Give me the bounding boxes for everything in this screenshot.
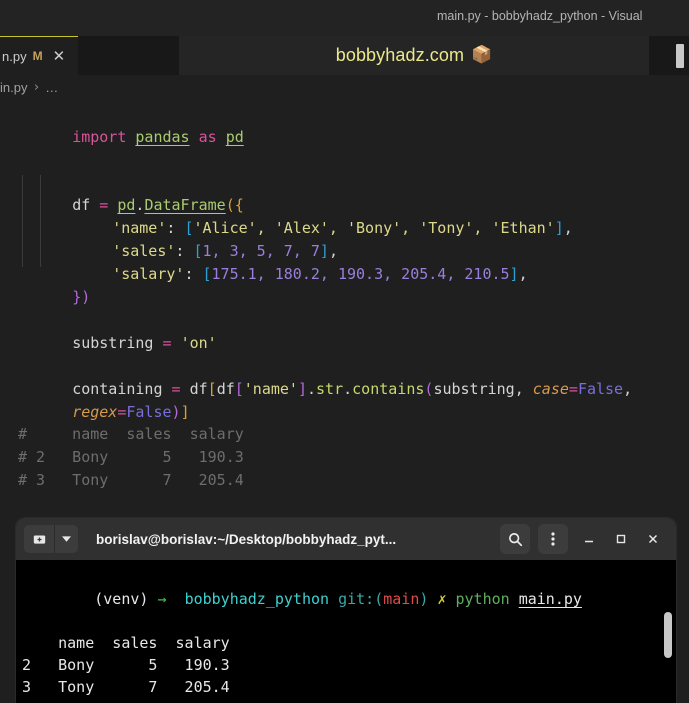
key-name: 'name' — [243, 380, 298, 398]
comma: , — [518, 265, 528, 283]
bracket-close: ] — [180, 403, 190, 421]
search-glyph — [508, 532, 522, 546]
new-tab-icon[interactable] — [24, 525, 54, 553]
maximize-icon — [616, 534, 626, 544]
bracket-open: [ — [207, 380, 217, 398]
param-regex: regex — [72, 403, 118, 421]
code-line-salary-key: 'salary': [175.1, 180.2, 190.3, 205.4, 2… — [58, 240, 528, 309]
dot: . — [307, 380, 317, 398]
kebab-menu-glyph — [551, 532, 555, 546]
venv-label: (venv) — [94, 590, 149, 608]
terminal-title: borislav@borislav:~/Desktop/bobbyhadz_py… — [96, 531, 397, 547]
expr-df-outer: df — [189, 380, 208, 398]
terminal-cwd: bobbyhadz_python — [184, 590, 330, 608]
breadcrumb: in.py › … — [0, 75, 689, 99]
package-box-icon: 📦 — [471, 45, 493, 65]
new-tab-glyph — [33, 534, 45, 544]
operator-equals: = — [568, 380, 578, 398]
close-icon — [648, 534, 658, 544]
search-icon[interactable] — [500, 524, 530, 554]
comma: , — [623, 380, 633, 398]
close-button[interactable] — [640, 526, 666, 552]
method-contains: contains — [352, 380, 425, 398]
breadcrumb-separator-icon: › — [32, 79, 41, 95]
arrow-icon: → — [157, 590, 167, 608]
breadcrumb-tail[interactable]: … — [45, 80, 58, 95]
terminal-output-row-1: 2 Bony 5 190.3 — [22, 656, 230, 674]
bracket-close: ] — [554, 219, 564, 237]
key-salary: 'salary' — [112, 265, 185, 283]
terminal-output-header: name sales salary — [22, 634, 230, 652]
tab-label: n.py — [2, 48, 27, 64]
terminal-window[interactable]: borislav@borislav:~/Desktop/bobbyhadz_py… — [16, 518, 676, 703]
code-editor[interactable]: import pandas as pd df = pd.DataFrame({ … — [0, 99, 689, 535]
close-icon[interactable]: ✕ — [53, 49, 66, 64]
comma: , — [563, 219, 573, 237]
bracket-close: ] — [509, 265, 519, 283]
dot: . — [343, 380, 353, 398]
tab-modified-badge: M — [32, 49, 43, 63]
terminal-scrollbar[interactable] — [664, 612, 672, 658]
git-branch: main — [383, 590, 420, 608]
const-false: False — [126, 403, 172, 421]
var-substring: substring — [72, 334, 154, 352]
menu-icon[interactable] — [538, 524, 568, 554]
paren-close: ) — [171, 403, 181, 421]
comma: , — [514, 380, 524, 398]
vscode-window: main.py - bobbyhadz_python - Visual n.py… — [0, 0, 689, 703]
minimize-icon — [585, 540, 593, 543]
bracket-open: [ — [202, 265, 212, 283]
param-case: case — [532, 380, 569, 398]
command-python: python — [455, 590, 510, 608]
code-comment-header: # name sales salary — [18, 425, 244, 443]
bobbyhadz-banner: bobbyhadz.com 📦 — [179, 36, 649, 75]
window-titlebar: main.py - bobbyhadz_python - Visual — [0, 0, 689, 36]
minimize-button[interactable] — [576, 526, 602, 552]
code-line-import: import pandas as pd — [18, 103, 244, 172]
tab-main-py[interactable]: n.py M ✕ — [0, 36, 78, 75]
git-prefix: git:( — [338, 590, 384, 608]
bracket-close: ] — [297, 380, 307, 398]
terminal-output-area[interactable]: (venv) → bobbyhadz_python git:(main) ✗ p… — [16, 560, 676, 703]
banner-text: bobbyhadz.com — [335, 45, 465, 65]
value-on: 'on' — [180, 334, 217, 352]
window-title: main.py - bobbyhadz_python - Visual — [437, 9, 643, 23]
terminal-header: borislav@borislav:~/Desktop/bobbyhadz_py… — [16, 518, 676, 560]
code-comment-row2: # 3 Tony 7 205.4 — [18, 471, 244, 489]
editor-scrollbar-sliver[interactable] — [676, 44, 684, 68]
terminal-prompt-line-2: (venv) → bobbyhadz_python git:(main) ✗ — [18, 698, 676, 703]
attr-str: str — [316, 380, 344, 398]
chevron-down-icon[interactable] — [54, 525, 78, 553]
chevron-glyph — [62, 535, 71, 542]
terminal-output-row-2: 3 Tony 7 205.4 — [22, 678, 230, 696]
breadcrumb-file[interactable]: in.py — [0, 80, 27, 95]
keyword-as: as — [198, 128, 217, 146]
keyword-import: import — [72, 128, 127, 146]
code-comment-row1: # 2 Bony 5 190.3 — [18, 448, 244, 466]
operator-assign: = — [162, 334, 172, 352]
const-false: False — [577, 380, 624, 398]
arg-substring: substring — [433, 380, 515, 398]
module-pandas: pandas — [135, 128, 190, 146]
bracket-close-group: }) — [72, 288, 91, 306]
maximize-button[interactable] — [608, 526, 634, 552]
terminal-prompt-line-1: (venv) → bobbyhadz_python git:(main) ✗ p… — [18, 566, 676, 632]
alias-pd: pd — [225, 128, 244, 146]
expr-df-inner: df — [216, 380, 235, 398]
bracket-open: [ — [234, 380, 244, 398]
salary-values: 175.1, 180.2, 190.3, 205.4, 210.5 — [211, 265, 510, 283]
command-file: main.py — [518, 590, 582, 608]
